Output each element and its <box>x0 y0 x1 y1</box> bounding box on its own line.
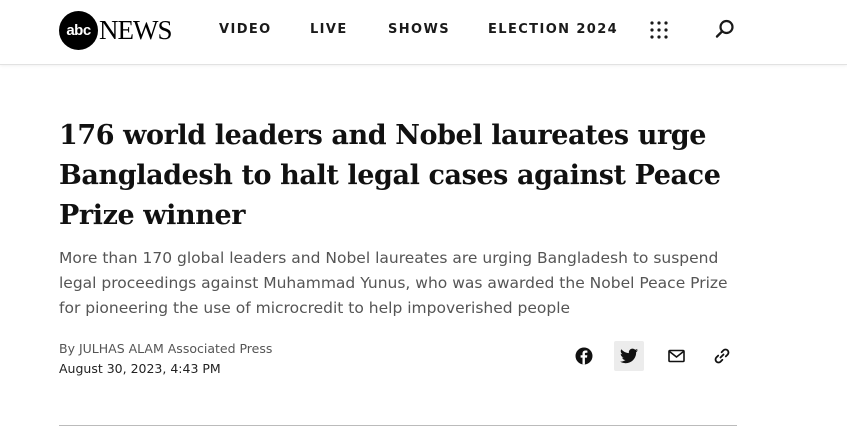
byline-author-link[interactable]: JULHAS ALAM <box>79 341 164 356</box>
search-icon-svg <box>715 19 734 38</box>
twitter-icon <box>620 348 638 364</box>
link-icon <box>714 348 730 364</box>
byline-prefix: By <box>59 341 75 356</box>
content-divider <box>59 425 737 426</box>
byline: By JULHAS ALAM Associated Press <box>59 341 272 356</box>
byline-source: Associated Press <box>167 341 273 356</box>
abc-logo-circle: abc <box>59 10 98 50</box>
news-wordmark: NEWS <box>99 14 172 45</box>
article-summary: More than 170 global leaders and Nobel l… <box>59 249 728 317</box>
search-icon[interactable] <box>714 18 736 40</box>
nav-item-election-2024[interactable]: ELECTION 2024 <box>488 22 618 37</box>
facebook-icon <box>575 347 593 365</box>
share-twitter-button[interactable] <box>614 341 644 371</box>
share-link-button[interactable] <box>707 341 737 371</box>
share-facebook-button[interactable] <box>569 341 599 371</box>
abc-news-logo[interactable]: abc NEWS <box>59 10 172 50</box>
nav-item-live[interactable]: LIVE <box>310 22 348 37</box>
nav-item-shows[interactable]: SHOWS <box>388 22 450 37</box>
email-icon <box>667 349 685 363</box>
share-email-button[interactable] <box>661 341 691 371</box>
nav-item-video[interactable]: VIDEO <box>219 22 272 37</box>
site-header: abc NEWS VIDEO LIVE SHOWS ELECTION 2024 <box>0 0 847 65</box>
publish-date: August 30, 2023, 4:43 PM <box>59 361 221 376</box>
grid-menu-icon[interactable] <box>650 21 668 39</box>
article-headline: 176 world leaders and Nobel laureates ur… <box>59 120 721 231</box>
grid-menu-icon-svg <box>650 21 668 39</box>
